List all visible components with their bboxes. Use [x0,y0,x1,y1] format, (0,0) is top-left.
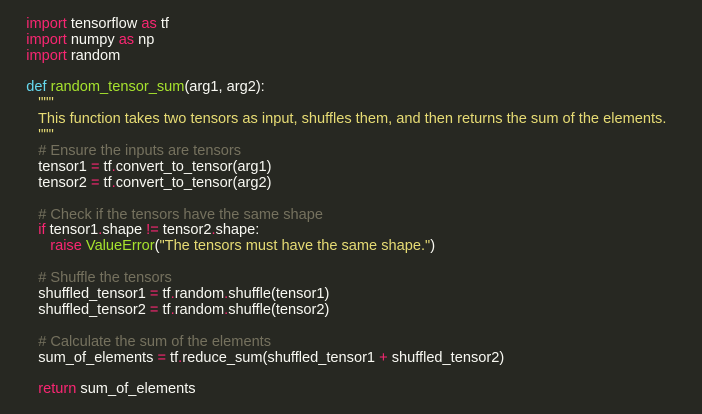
variable: sum_of_elements [38,349,158,366]
keyword-import: import [26,15,67,32]
variable: tensor2 [38,174,91,191]
call: shuffle(tensor1) [228,286,330,303]
attribute: random [174,286,225,303]
comment: # Check if the tensors have the same sha… [38,206,323,223]
variable: shuffled_tensor2 [38,301,150,318]
module-alias: tf [156,15,169,32]
module-alias: np [134,31,155,48]
module-name: numpy [66,31,119,48]
module-name: random [66,47,121,64]
module-name: tensorflow [66,15,142,32]
code-line: # Ensure the inputs are tensors [10,128,702,159]
code-line: # Check if the tensors have the same sha… [10,192,702,223]
comment: # Calculate the sum of the elements [38,333,272,350]
identifier: tensor1 [45,222,99,239]
code-line: return sum_of_elements [10,366,702,397]
comment: # Shuffle the tensors [38,270,172,287]
attribute: shape [102,222,147,239]
code-line: # Calculate the sum of the elements [10,319,702,350]
paren: ) [430,238,436,255]
keyword-as: as [141,15,157,32]
keyword-import: import [26,47,67,64]
call: shuffle(tensor2) [228,301,330,318]
code-line: def random_tensor_sum(arg1, arg2): [10,65,702,96]
identifier: tf [158,301,171,318]
call: reduce_sum(shuffled_tensor1 [182,349,380,366]
keyword-if: if [38,222,46,239]
exception-name: ValueError [81,238,155,255]
code-editor[interactable]: import tensorflow as tf import numpy as … [0,0,702,404]
call: convert_to_tensor(arg1) [115,158,272,175]
attribute: shape: [215,222,260,239]
function-args: (arg1, arg2): [184,79,265,96]
call: convert_to_tensor(arg2) [115,174,272,191]
keyword-return: return [38,381,77,398]
variable: shuffled_tensor1 [38,286,150,303]
code-line: This function takes two tensors as input… [10,96,702,127]
keyword-import: import [26,31,67,48]
operator: + [379,349,388,366]
attribute: random [174,301,225,318]
keyword-as: as [118,31,135,48]
comment: # Ensure the inputs are tensors [38,143,242,160]
function-name: random_tensor_sum [50,79,185,96]
docstring-quotes: """ [38,127,54,144]
operator: = [157,349,166,366]
string-literal: "The tensors must have the same shape." [159,238,431,255]
docstring-text: This function takes two tensors as input… [37,111,667,128]
identifier: tf [99,174,112,191]
keyword-raise: raise [50,238,82,255]
identifier: tf [158,286,171,303]
keyword-def: def [26,79,47,96]
docstring-quotes: """ [38,95,54,112]
variable: tensor1 [38,158,91,175]
code-line: # Shuffle the tensors [10,255,702,286]
identifier: tensor2 [158,222,212,239]
identifier: sum_of_elements [76,381,196,398]
identifier: shuffled_tensor2) [387,349,505,366]
identifier: tf [99,158,112,175]
operator: != [146,222,159,239]
identifier: tf [166,349,179,366]
code-line: import tensorflow as tf [10,1,702,32]
